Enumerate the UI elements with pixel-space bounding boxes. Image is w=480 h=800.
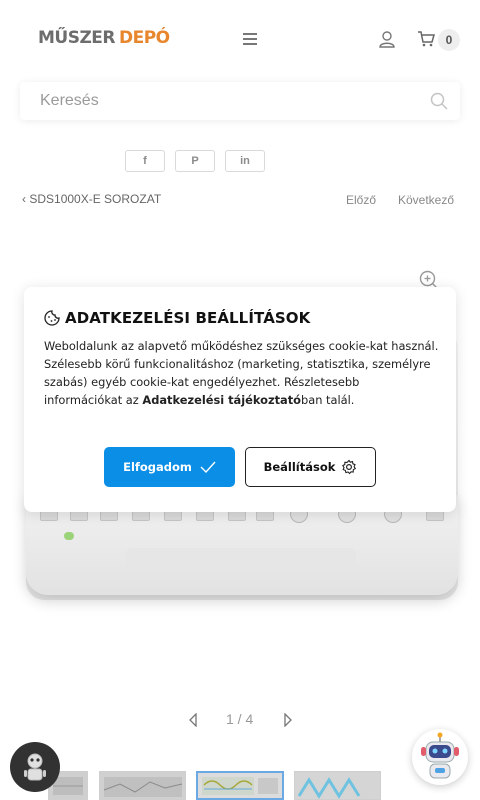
chat-assistant-button[interactable] bbox=[10, 742, 60, 792]
power-led bbox=[64, 532, 74, 540]
facebook-icon: f bbox=[143, 155, 147, 167]
share-pinterest-button[interactable]: P bbox=[175, 150, 215, 172]
cookie-heading: ADATKEZELÉSI BEÁLLÍTÁSOK bbox=[65, 309, 311, 327]
accept-cookies-button[interactable]: Elfogadom bbox=[104, 447, 235, 487]
logo-text-part1: MŰSZER bbox=[38, 28, 116, 48]
cookie-title: ADATKEZELÉSI BEÁLLÍTÁSOK bbox=[44, 309, 310, 327]
header: MŰSZER DEPÓ 0 bbox=[0, 0, 480, 80]
thumbnail-active[interactable] bbox=[196, 771, 284, 800]
image-counter: 1 / 4 bbox=[226, 711, 254, 727]
accept-label: Elfogadom bbox=[123, 460, 192, 474]
search-input[interactable] bbox=[20, 82, 420, 120]
linkedin-icon: in bbox=[240, 155, 250, 167]
chevron-left-icon: ‹ bbox=[22, 192, 26, 206]
cart-count-badge: 0 bbox=[438, 29, 460, 51]
privacy-policy-link[interactable]: Adatkezelési tájékoztató bbox=[142, 393, 301, 407]
thumbnail[interactable] bbox=[99, 771, 186, 800]
next-product-link[interactable]: Következő bbox=[398, 193, 454, 207]
share-facebook-button[interactable]: f bbox=[125, 150, 165, 172]
share-linkedin-button[interactable]: in bbox=[225, 150, 265, 172]
hamburger-menu-icon[interactable] bbox=[243, 33, 257, 45]
breadcrumb[interactable]: ‹ SDS1000X-E SOROZAT bbox=[22, 192, 161, 206]
checkmark-icon bbox=[200, 461, 216, 473]
gear-icon bbox=[342, 459, 357, 475]
thumbnail-image bbox=[295, 772, 380, 799]
cookie-settings-button[interactable]: Beállítások bbox=[245, 447, 376, 487]
oscilloscope-base bbox=[126, 548, 356, 570]
settings-label: Beállítások bbox=[263, 460, 336, 474]
logo[interactable]: MŰSZER DEPÓ bbox=[38, 28, 170, 48]
robot-icon bbox=[24, 753, 46, 781]
pinterest-icon: P bbox=[191, 155, 199, 167]
cookie-icon bbox=[44, 310, 60, 326]
search-bar bbox=[20, 82, 460, 120]
thumbnail-image bbox=[198, 773, 282, 798]
thumbnail-image bbox=[100, 772, 185, 799]
next-image-icon[interactable] bbox=[283, 713, 293, 727]
cookie-description: Weboldalunk az alapvető működéshez szüks… bbox=[44, 337, 439, 409]
user-icon[interactable] bbox=[378, 30, 396, 48]
chatbot-button[interactable] bbox=[412, 729, 468, 785]
chatbot-robot-icon bbox=[421, 732, 459, 779]
previous-image-icon[interactable] bbox=[188, 713, 198, 727]
previous-product-link[interactable]: Előző bbox=[346, 193, 376, 207]
cookie-consent-dialog: ADATKEZELÉSI BEÁLLÍTÁSOK Weboldalunk az … bbox=[24, 287, 456, 512]
breadcrumb-label: SDS1000X-E SOROZAT bbox=[29, 192, 162, 206]
thumbnail[interactable] bbox=[294, 771, 381, 800]
search-icon[interactable] bbox=[430, 92, 448, 110]
cart-icon[interactable] bbox=[417, 31, 435, 47]
cookie-text-end: ban talál. bbox=[301, 393, 355, 407]
logo-text-part2: DEPÓ bbox=[119, 28, 170, 48]
